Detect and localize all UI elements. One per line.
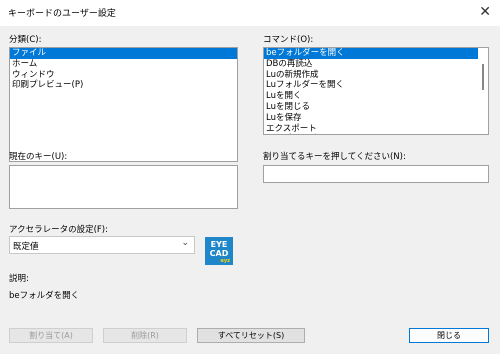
- new-key-label: 割り当てるキーを押してください(N):: [263, 152, 406, 162]
- commands-label: コマンド(O):: [263, 35, 314, 45]
- description-text: beフォルダを開く: [9, 291, 80, 301]
- current-keys-label: 現在のキー(U):: [9, 152, 68, 162]
- command-list-item[interactable]: Luフォルダーを開く: [264, 80, 488, 91]
- eyecad-logo: EYE CAD eyz: [205, 237, 233, 265]
- keyboard-customize-dialog: キーボードのユーザー設定 ✕ 分類(C): ファイル ホーム ウィンドウ 印刷プレビュ…: [0, 0, 500, 354]
- category-list-item[interactable]: ホーム: [10, 59, 237, 70]
- categories-listbox[interactable]: ファイル ホーム ウィンドウ 印刷プレビュー(P): [9, 47, 238, 162]
- command-list-item[interactable]: Luを閉じる: [264, 102, 488, 113]
- close-button[interactable]: 閉じる: [409, 328, 489, 343]
- logo-line1: EYE: [210, 240, 228, 249]
- assign-button[interactable]: 割り当て(A): [9, 328, 93, 343]
- accelerator-label: アクセラレータの設定(F):: [9, 225, 108, 235]
- close-icon[interactable]: ✕: [479, 4, 491, 20]
- command-list-item[interactable]: エクスポート: [264, 124, 488, 134]
- scrollbar-thumb[interactable]: [482, 64, 484, 90]
- accelerator-value: 既定値: [13, 242, 39, 252]
- new-key-input[interactable]: [263, 165, 489, 183]
- commands-listbox[interactable]: beフォルダーを開く DBの再読込 Luの新規作成 Luフォルダーを開く Luを開く Lu…: [263, 47, 489, 135]
- command-list-item[interactable]: Luを開く: [264, 91, 488, 102]
- chevron-down-icon[interactable]: ⌄: [181, 238, 189, 248]
- accelerator-select[interactable]: 既定値 ⌄: [9, 236, 195, 254]
- category-list-item[interactable]: ファイル: [10, 48, 237, 59]
- logo-line2: CAD: [209, 249, 229, 258]
- category-list-item[interactable]: 印刷プレビュー(P): [10, 80, 237, 91]
- current-keys-listbox[interactable]: [9, 165, 238, 209]
- window-title: キーボードのユーザー設定: [8, 9, 116, 19]
- command-list-item[interactable]: エンディング: [264, 134, 488, 135]
- categories-label: 分類(C):: [9, 35, 42, 45]
- command-list-item[interactable]: Luを保存: [264, 113, 488, 124]
- command-list-item[interactable]: DBの再読込: [264, 59, 488, 70]
- logo-line3: eyz: [220, 258, 230, 264]
- title-bar: キーボードのユーザー設定 ✕: [0, 0, 500, 26]
- commands-scrollbar[interactable]: [478, 48, 488, 134]
- command-list-item[interactable]: beフォルダーを開く: [264, 48, 488, 59]
- command-list-item[interactable]: Luの新規作成: [264, 70, 488, 81]
- category-list-item[interactable]: ウィンドウ: [10, 70, 237, 81]
- description-label: 説明:: [9, 274, 29, 284]
- reset-all-button[interactable]: すべてリセット(S): [197, 328, 305, 343]
- remove-button[interactable]: 削除(R): [103, 328, 187, 343]
